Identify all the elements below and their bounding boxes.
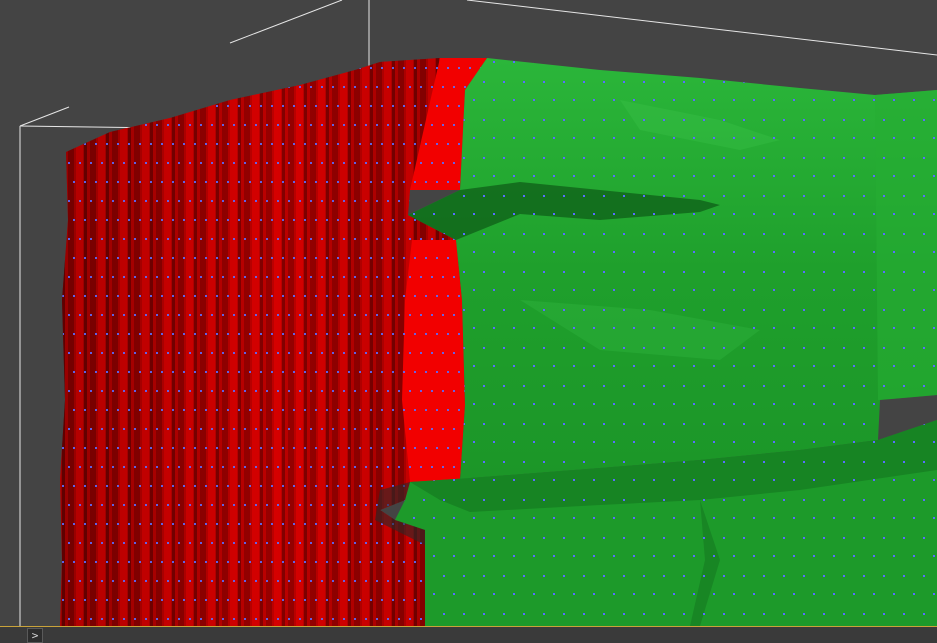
- 3d-viewport[interactable]: [0, 0, 937, 626]
- viewport-canvas[interactable]: [0, 0, 937, 626]
- chevron-right-icon: >: [31, 629, 39, 642]
- green-mesh-upper[interactable]: [408, 58, 937, 480]
- expand-panel-button[interactable]: >: [27, 628, 43, 643]
- viewport-status-bar: >: [0, 626, 937, 643]
